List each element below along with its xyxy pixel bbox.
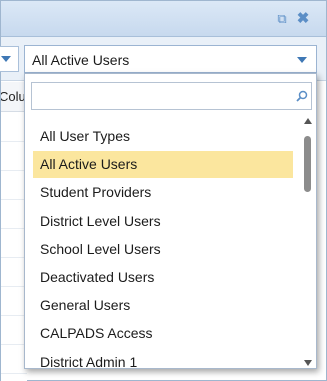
user-type-dropdown: All User Types All Active Users Student Pr… [24,73,317,369]
search-icon [296,90,308,102]
left-combo-trigger[interactable] [0,46,19,72]
dropdown-option[interactable]: District Level Users [33,208,293,235]
dropdown-search-input[interactable] [37,86,287,106]
scroll-down-icon[interactable] [304,360,312,366]
dropdown-option[interactable]: All User Types [33,123,293,150]
dropdown-option[interactable]: District Admin 1 [33,349,293,368]
close-icon[interactable]: ✖ [296,11,310,26]
window-titlebar: ⧉ ✖ [1,1,326,37]
dropdown-list: All User Types All Active Users Student Pr… [25,123,301,368]
dropdown-option[interactable]: All Active Users [33,151,293,179]
user-type-combo-value: All Active Users [32,52,130,68]
dropdown-option[interactable]: School Level Users [33,236,293,263]
dropdown-option[interactable]: General Users [33,292,293,319]
dropdown-option[interactable]: CALPADS Access [33,320,293,347]
scrollbar-thumb[interactable] [304,136,311,192]
dropdown-scrollbar[interactable] [302,118,314,366]
dropdown-option[interactable]: Student Providers [33,179,293,206]
scroll-up-icon[interactable] [304,118,312,124]
popout-icon[interactable]: ⧉ [275,12,289,26]
user-type-combo[interactable]: All Active Users [24,45,317,73]
user-type-combo-trigger[interactable] [288,46,316,72]
chevron-down-icon [297,57,307,63]
chevron-down-icon [1,56,11,62]
dropdown-search-box[interactable] [31,82,312,110]
dropdown-option[interactable]: Deactivated Users [33,264,293,291]
